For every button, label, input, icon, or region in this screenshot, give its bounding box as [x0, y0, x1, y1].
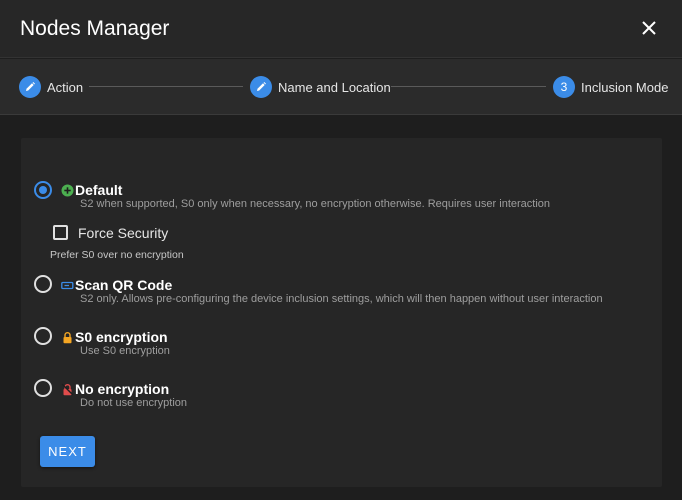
- step-edit-indicator: [19, 76, 41, 98]
- radio-default[interactable]: [34, 181, 52, 199]
- option-description-no-encryption: Do not use encryption: [80, 397, 188, 409]
- step-action[interactable]: Action: [19, 76, 83, 98]
- step-name-and-location[interactable]: Name and Location: [250, 76, 391, 98]
- option-title-s0-encryption: S0 encryption: [61, 329, 168, 345]
- step-number: 3: [553, 76, 575, 98]
- stepper: Action Name and Location 3 Inclusion Mod…: [0, 59, 682, 115]
- option-title-text: Default: [75, 182, 123, 198]
- next-button[interactable]: NEXT: [40, 436, 95, 467]
- dialog-title: Nodes Manager: [20, 17, 170, 40]
- qrcode-icon: [61, 281, 74, 289]
- close-icon: [642, 21, 656, 35]
- option-title-scan-qr-code: Scan QR Code: [61, 277, 172, 293]
- radio-no-encryption[interactable]: [34, 379, 52, 397]
- force-security-hint: Prefer S0 over no encryption: [50, 249, 184, 261]
- option-title-text: S0 encryption: [75, 329, 168, 345]
- force-security-label[interactable]: Force Security: [78, 225, 168, 241]
- option-description-s0-encryption: Use S0 encryption: [80, 345, 170, 357]
- option-title-text: No encryption: [75, 381, 170, 397]
- step-connector: [89, 86, 243, 87]
- step-label: Inclusion Mode: [581, 79, 669, 95]
- radio-scan-qr-code[interactable]: [34, 275, 52, 293]
- dialog-header: Nodes Manager: [0, 0, 682, 58]
- pencil-icon: [26, 82, 35, 91]
- step-inclusion-mode[interactable]: 3 Inclusion Mode: [553, 76, 668, 98]
- option-description-scan-qr-code: S2 only. Allows pre-configuring the devi…: [80, 293, 603, 305]
- step-connector: [391, 86, 546, 87]
- pencil-icon: [257, 82, 266, 91]
- step-edit-indicator: [250, 76, 272, 98]
- option-description-default: S2 when supported, S0 only when necessar…: [80, 198, 551, 210]
- lock-icon: [63, 331, 72, 343]
- option-title-default: Default: [61, 182, 122, 198]
- radio-s0-encryption[interactable]: [34, 327, 52, 345]
- option-title-no-encryption: No encryption: [61, 381, 169, 397]
- plus-circle-icon: [61, 184, 74, 196]
- option-title-text: Scan QR Code: [75, 277, 173, 293]
- step-label: Name and Location: [278, 79, 391, 95]
- lock-off-icon: [61, 383, 74, 395]
- step-label: Action: [47, 79, 84, 95]
- close-button[interactable]: [636, 15, 662, 41]
- force-security-checkbox[interactable]: [53, 225, 68, 240]
